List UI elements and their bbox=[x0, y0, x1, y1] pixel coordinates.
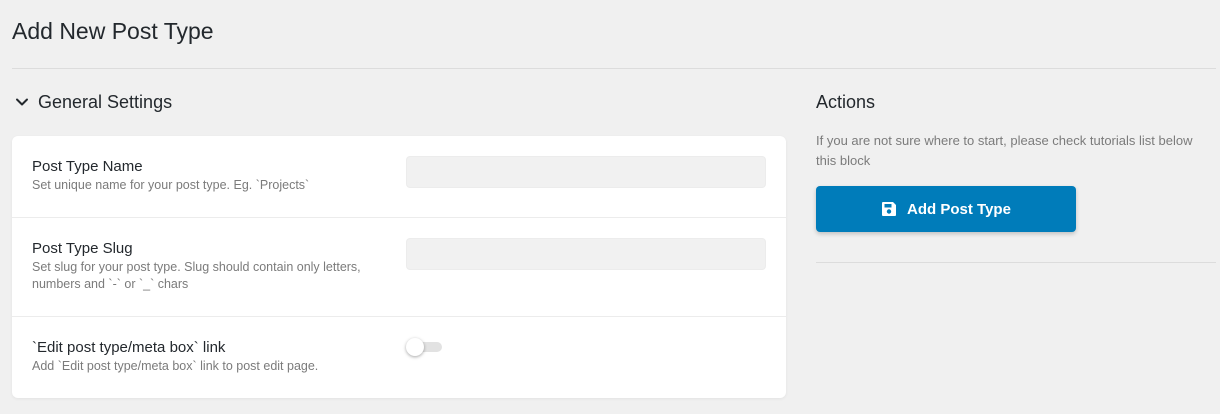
field-description: Set slug for your post type. Slug should… bbox=[32, 260, 361, 291]
field-row-post-type-slug: Post Type Slug Set slug for your post ty… bbox=[12, 218, 786, 317]
field-description: Set unique name for your post type. Eg. … bbox=[32, 178, 310, 192]
field-label: `Edit post type/meta box` link bbox=[32, 339, 226, 356]
general-settings-card: Post Type Name Set unique name for your … bbox=[12, 136, 786, 398]
field-label: Post Type Name bbox=[32, 158, 143, 175]
post-type-slug-input[interactable] bbox=[406, 238, 766, 270]
field-label: Post Type Slug bbox=[32, 240, 133, 257]
field-description: Add `Edit post type/meta box` link to po… bbox=[32, 359, 319, 373]
actions-title: Actions bbox=[816, 92, 876, 112]
edit-link-toggle[interactable] bbox=[406, 337, 442, 357]
post-type-name-input[interactable] bbox=[406, 156, 766, 188]
chevron-down-icon bbox=[14, 94, 30, 110]
actions-description: If you are not sure where to start, plea… bbox=[816, 133, 1193, 168]
toggle-knob bbox=[406, 338, 424, 356]
add-post-type-button[interactable]: Add Post Type bbox=[816, 186, 1076, 232]
save-icon bbox=[881, 201, 897, 217]
add-post-type-label: Add Post Type bbox=[907, 200, 1011, 218]
header-divider bbox=[12, 68, 1216, 69]
field-row-post-type-name: Post Type Name Set unique name for your … bbox=[12, 136, 786, 218]
general-settings-title: General Settings bbox=[38, 91, 173, 112]
actions-divider bbox=[816, 262, 1216, 263]
field-row-edit-link: `Edit post type/meta box` link Add `Edit… bbox=[12, 317, 786, 398]
page-title: Add New Post Type bbox=[12, 18, 214, 44]
general-settings-toggle[interactable]: General Settings bbox=[14, 90, 172, 114]
